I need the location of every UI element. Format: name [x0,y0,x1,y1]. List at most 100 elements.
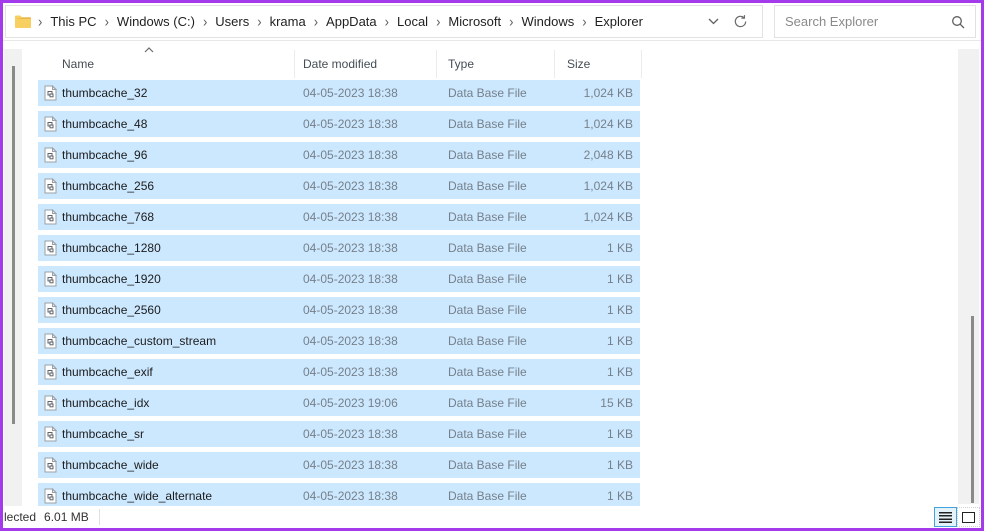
search-input[interactable]: Search Explorer [774,5,976,38]
breadcrumb: › This PC › Windows (C:) › Users › krama › AppDat… [34,14,708,29]
breadcrumb-item[interactable]: Explorer [591,14,647,29]
file-type: Data Base File [448,334,527,348]
file-icon [38,116,62,132]
file-rows: thumbcache_32 04-05-2023 18:38 Data Base… [38,80,640,514]
file-size: 1 KB [606,427,633,441]
file-icon [38,457,62,473]
chevron-right-icon: › [384,14,389,29]
file-name: thumbcache_idx [62,396,150,410]
file-row[interactable]: thumbcache_768 04-05-2023 18:38 Data Bas… [38,204,640,230]
toolbar: › This PC › Windows (C:) › Users › krama › AppDat… [3,3,981,41]
file-row[interactable]: thumbcache_1280 04-05-2023 18:38 Data Ba… [38,235,640,261]
file-size: 15 KB [600,396,633,410]
breadcrumb-item[interactable]: Windows (C:) [113,14,199,29]
file-size: 1 KB [606,365,633,379]
file-date-modified: 04-05-2023 18:38 [303,303,398,317]
file-size: 1,024 KB [583,117,633,131]
file-date-modified: 04-05-2023 18:38 [303,210,398,224]
large-icons-view-button[interactable] [957,507,980,527]
file-name: thumbcache_96 [62,148,148,162]
file-date-modified: 04-05-2023 18:38 [303,334,398,348]
file-name: thumbcache_exif [62,365,153,379]
file-row[interactable]: thumbcache_48 04-05-2023 18:38 Data Base… [38,111,640,137]
file-row[interactable]: thumbcache_2560 04-05-2023 18:38 Data Ba… [38,297,640,323]
file-name: thumbcache_wide [62,458,159,472]
file-size: 1,024 KB [583,210,633,224]
refresh-icon[interactable] [733,14,748,29]
file-name: thumbcache_256 [62,179,155,193]
address-bar[interactable]: › This PC › Windows (C:) › Users › krama › AppDat… [5,5,763,38]
chevron-right-icon: › [38,14,43,29]
file-size: 2,048 KB [583,148,633,162]
file-date-modified: 04-05-2023 18:38 [303,179,398,193]
column-header-name[interactable]: Name [38,50,295,78]
left-scrollbar-thumb[interactable] [12,66,15,424]
chevron-right-icon: › [202,14,208,29]
status-bar: lected 6.01 MB [3,506,981,528]
file-date-modified: 04-05-2023 18:38 [303,86,398,100]
file-row[interactable]: thumbcache_wide 04-05-2023 18:38 Data Ba… [38,452,640,478]
column-header-date-modified[interactable]: Date modified [295,50,437,78]
chevron-down-icon[interactable] [708,18,719,25]
file-date-modified: 04-05-2023 18:38 [303,427,398,441]
breadcrumb-item[interactable]: Windows [517,14,578,29]
file-type: Data Base File [448,241,527,255]
file-date-modified: 04-05-2023 18:38 [303,117,398,131]
file-row[interactable]: thumbcache_exif 04-05-2023 18:38 Data Ba… [38,359,640,385]
breadcrumb-item[interactable]: Users [211,14,253,29]
file-date-modified: 04-05-2023 18:38 [303,458,398,472]
file-row[interactable]: thumbcache_96 04-05-2023 18:38 Data Base… [38,142,640,168]
file-date-modified: 04-05-2023 18:38 [303,365,398,379]
file-type: Data Base File [448,489,527,503]
file-row[interactable]: thumbcache_idx 04-05-2023 19:06 Data Bas… [38,390,640,416]
sort-ascending-icon [144,47,154,53]
file-type: Data Base File [448,365,527,379]
file-name: thumbcache_wide_alternate [62,489,213,503]
breadcrumb-item[interactable]: Local [393,14,432,29]
file-icon [38,147,62,163]
file-name: thumbcache_1920 [62,272,161,286]
breadcrumb-item[interactable]: Microsoft [444,14,505,29]
column-headers: Name Date modified Type Size [38,47,643,78]
file-icon [38,333,62,349]
file-date-modified: 04-05-2023 18:38 [303,489,398,503]
details-view-icon [939,511,952,523]
chevron-right-icon: › [313,14,319,29]
file-size: 1,024 KB [583,86,633,100]
file-type: Data Base File [448,272,527,286]
file-row[interactable]: thumbcache_custom_stream 04-05-2023 18:3… [38,328,640,354]
breadcrumb-item[interactable]: krama [266,14,310,29]
search-icon[interactable] [951,15,965,29]
view-toggles [934,507,980,527]
file-icon [38,364,62,380]
breadcrumb-item[interactable]: AppData [322,14,381,29]
file-row[interactable]: thumbcache_256 04-05-2023 18:38 Data Bas… [38,173,640,199]
file-icon [38,488,62,504]
file-row[interactable]: thumbcache_32 04-05-2023 18:38 Data Base… [38,80,640,106]
left-scrollbar-track[interactable] [4,49,22,506]
status-divider [98,509,100,525]
file-type: Data Base File [448,210,527,224]
folder-icon [14,14,32,29]
file-date-modified: 04-05-2023 18:38 [303,148,398,162]
file-icon [38,85,62,101]
file-size: 1 KB [606,303,633,317]
column-header-size[interactable]: Size [555,50,642,78]
right-scrollbar-thumb[interactable] [971,316,974,503]
file-type: Data Base File [448,303,527,317]
file-date-modified: 04-05-2023 18:38 [303,241,398,255]
file-type: Data Base File [448,179,527,193]
right-scrollbar-track[interactable] [958,49,979,504]
details-view-button[interactable] [934,507,957,527]
file-icon [38,302,62,318]
chevron-right-icon: › [582,14,587,29]
file-size: 1 KB [606,241,633,255]
selected-count-text: lected [4,510,37,524]
file-size: 1 KB [606,489,633,503]
breadcrumb-item[interactable]: This PC [46,14,100,29]
column-header-type[interactable]: Type [437,50,555,78]
file-row[interactable]: thumbcache_1920 04-05-2023 18:38 Data Ba… [38,266,640,292]
file-row[interactable]: thumbcache_sr 04-05-2023 18:38 Data Base… [38,421,640,447]
file-name: thumbcache_2560 [62,303,161,317]
chevron-right-icon: › [436,14,441,29]
